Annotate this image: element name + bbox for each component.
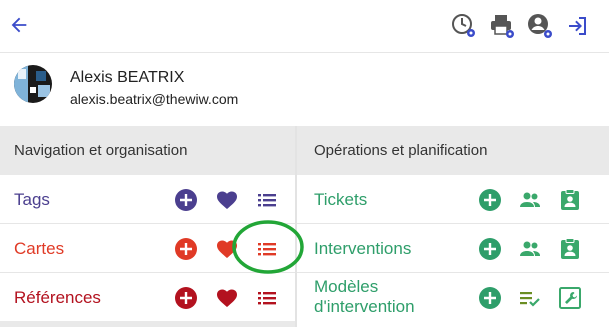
row-interventions-label[interactable]: Interventions <box>314 224 411 273</box>
row-modeles-line2: d'intervention <box>314 297 415 316</box>
heart-icon[interactable] <box>215 286 239 310</box>
avatar[interactable] <box>14 65 52 103</box>
people-icon[interactable] <box>518 188 542 212</box>
row-cartes-label[interactable]: Cartes <box>14 224 64 273</box>
wrench-icon[interactable] <box>558 286 582 310</box>
row-tags-label[interactable]: Tags <box>14 175 50 224</box>
add-icon[interactable] <box>174 286 198 310</box>
add-icon[interactable] <box>478 286 502 310</box>
add-icon[interactable] <box>478 237 502 261</box>
list-icon[interactable] <box>255 237 279 261</box>
row-modeles-intervention: Modèles d'intervention <box>297 273 609 322</box>
user-name: Alexis BEATRIX <box>70 69 185 86</box>
operations-panel: Opérations et planification Tickets Inte… <box>297 126 609 327</box>
heart-icon[interactable] <box>215 237 239 261</box>
clipboard-person-icon[interactable] <box>558 188 582 212</box>
row-cartes: Cartes <box>0 224 295 273</box>
row-tickets: Tickets <box>297 175 609 224</box>
bottom-strip <box>0 321 295 327</box>
heart-icon[interactable] <box>215 188 239 212</box>
row-tags: Tags <box>0 175 295 224</box>
clock-settings-icon[interactable] <box>450 12 478 40</box>
user-profile: Alexis BEATRIX alexis.beatrix@thewiw.com <box>0 54 609 126</box>
operations-panel-title: Opérations et planification <box>297 126 609 175</box>
navigation-panel: Navigation et organisation Tags Cartes R <box>0 126 295 327</box>
list-icon[interactable] <box>255 188 279 212</box>
logout-icon[interactable] <box>566 14 590 38</box>
clipboard-person-icon[interactable] <box>558 237 582 261</box>
add-icon[interactable] <box>478 188 502 212</box>
row-interventions: Interventions <box>297 224 609 273</box>
navigation-panel-title: Navigation et organisation <box>0 126 295 175</box>
row-tickets-label[interactable]: Tickets <box>314 175 367 224</box>
row-references-label[interactable]: Références <box>14 273 101 322</box>
back-arrow-icon[interactable] <box>8 14 30 36</box>
people-icon[interactable] <box>518 237 542 261</box>
row-modeles-intervention-label[interactable]: Modèles d'intervention <box>314 277 415 317</box>
row-references: Références <box>0 273 295 322</box>
list-icon[interactable] <box>255 286 279 310</box>
add-icon[interactable] <box>174 237 198 261</box>
checklist-icon[interactable] <box>518 286 542 310</box>
user-email: alexis.beatrix@thewiw.com <box>70 91 239 107</box>
add-icon[interactable] <box>174 188 198 212</box>
printer-settings-icon[interactable] <box>488 12 516 40</box>
top-toolbar <box>0 0 609 53</box>
row-modeles-line1: Modèles <box>314 277 379 296</box>
user-settings-icon[interactable] <box>526 12 554 40</box>
